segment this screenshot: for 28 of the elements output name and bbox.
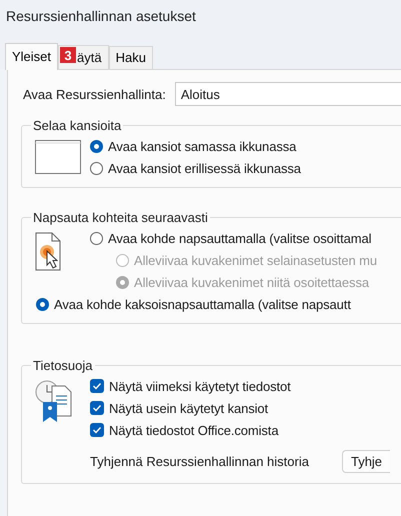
radio-button[interactable] <box>90 140 103 152</box>
clear-button[interactable]: Tyhje <box>342 450 390 472</box>
option-label: Avaa kohde kaksoisnapsauttamalla (valitse napsautt <box>54 296 351 312</box>
tab[interactable]: Yleiset <box>5 43 58 70</box>
option-label: Alleviivaa kuvakenimet selainasetusten mu <box>134 252 378 268</box>
option-label: Näytä usein käytetyt kansiot <box>109 400 268 416</box>
checkbox[interactable] <box>90 379 104 393</box>
dropdown-field[interactable]: Aloitus <box>174 82 401 106</box>
option-label: Avaa kansiot samassa ikkunassa <box>108 138 296 154</box>
option-label: Näytä viimeksi käytetyt tiedostot <box>109 378 291 394</box>
checkbox[interactable] <box>90 401 104 415</box>
group-title: Selaa kansioita <box>32 118 122 133</box>
field-label: Avaa Resurssienhallinta: <box>23 86 166 102</box>
radio-button[interactable] <box>36 298 49 310</box>
window-icon <box>35 140 81 174</box>
option-label: Avaa kohde napsauttamalla (valitse osoittamal <box>108 230 372 246</box>
checkbox[interactable] <box>90 423 104 437</box>
tab[interactable]: Haku <box>108 46 153 69</box>
group-title: Napsauta kohteita seuraavasti <box>32 210 209 225</box>
number-badge: 3 <box>60 47 76 63</box>
radio-button[interactable] <box>90 232 103 244</box>
option-label: Alleviivaa kuvakenimet niitä osoitettaessa <box>134 274 369 290</box>
click-document-icon <box>35 232 63 272</box>
option-label: Avaa kansiot erillisessä ikkunassa <box>108 160 301 176</box>
group-title: Tietosuoja <box>32 358 94 373</box>
clear-history-label: Tyhjennä Resurssienhallinnan historia <box>90 454 309 468</box>
option-label: Näytä tiedostot Office.comista <box>109 422 278 438</box>
radio-button[interactable] <box>90 162 103 174</box>
